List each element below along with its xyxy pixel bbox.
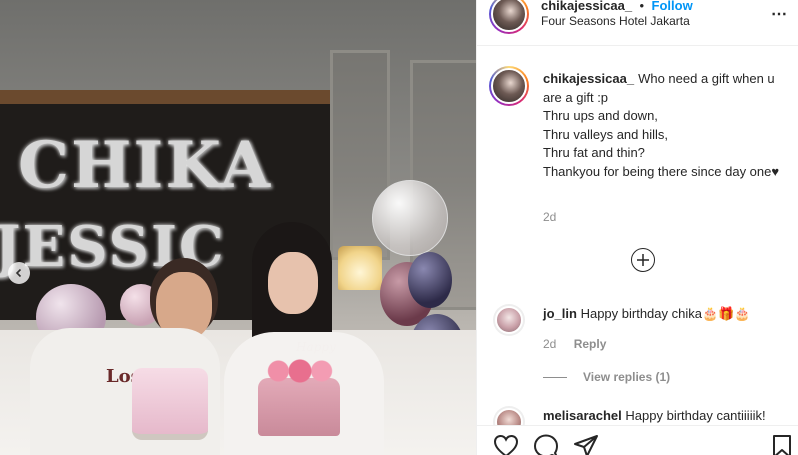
plus-icon — [637, 254, 649, 266]
comment: melisarachel Happy birthday cantiiiiik! — [543, 408, 766, 423]
previous-photo-button[interactable] — [8, 262, 30, 284]
comment-text: Happy birthday chika🎂🎁🎂 — [580, 306, 751, 321]
share-icon[interactable] — [573, 434, 599, 455]
unicorn-cake — [132, 368, 208, 440]
avatar[interactable] — [489, 0, 529, 34]
separator-dot: • — [639, 0, 645, 13]
caption-username[interactable]: chikajessicaa_ — [543, 71, 634, 86]
comment-avatar[interactable] — [493, 304, 525, 336]
cake-roses — [264, 358, 336, 384]
comment-username[interactable]: jo_lin — [543, 306, 577, 321]
heart-icon[interactable] — [493, 434, 519, 455]
comment: jo_lin Happy birthday chika🎂🎁🎂 — [543, 306, 751, 322]
chevron-left-icon — [15, 268, 22, 278]
balloon-letters-chika: CHIKA — [18, 128, 273, 203]
caption-line: Thru fat and thin? — [543, 145, 645, 160]
location-link[interactable]: Four Seasons Hotel Jakarta — [541, 14, 690, 28]
post-header: chikajessicaa_ • Follow Four Seasons Hot… — [477, 0, 798, 46]
comment-text: Happy birthday cantiiiiik! — [625, 408, 766, 423]
post-photo[interactable]: CHIKA JESSIC Los Happy — [0, 0, 476, 455]
caption: chikajessicaa_ Who need a gift when u are… — [543, 70, 783, 181]
reply-button[interactable]: Reply — [574, 337, 607, 351]
view-replies-button[interactable]: View replies (1) — [543, 370, 670, 384]
follow-button[interactable]: Follow — [652, 0, 693, 13]
action-bar — [477, 425, 798, 455]
post-username[interactable]: chikajessicaa_ — [541, 0, 632, 13]
divider-line — [543, 376, 567, 378]
load-more-comments-button[interactable] — [631, 248, 655, 272]
cake-topper: Happy — [296, 340, 336, 354]
balloon-navy — [408, 252, 452, 308]
bookmark-icon[interactable] — [771, 434, 793, 455]
caption-line: Thru valleys and hills, — [543, 126, 668, 142]
comment-meta: 2d Reply — [543, 337, 606, 351]
view-replies-label: View replies (1) — [583, 370, 671, 384]
caption-timestamp[interactable]: 2d — [543, 210, 556, 224]
caption-line: Thankyou for being there since day one♥ — [543, 163, 780, 179]
caption-line: Thru ups and down, — [543, 108, 658, 123]
caption-avatar[interactable] — [489, 66, 529, 106]
comment-username[interactable]: melisarachel — [543, 408, 622, 423]
more-options-icon[interactable]: ⋯ — [771, 4, 787, 24]
comment-timestamp[interactable]: 2d — [543, 337, 556, 351]
comment-icon[interactable] — [533, 434, 559, 455]
post-details-panel: chikajessicaa_ • Follow Four Seasons Hot… — [476, 0, 798, 455]
pink-cake — [258, 378, 340, 436]
